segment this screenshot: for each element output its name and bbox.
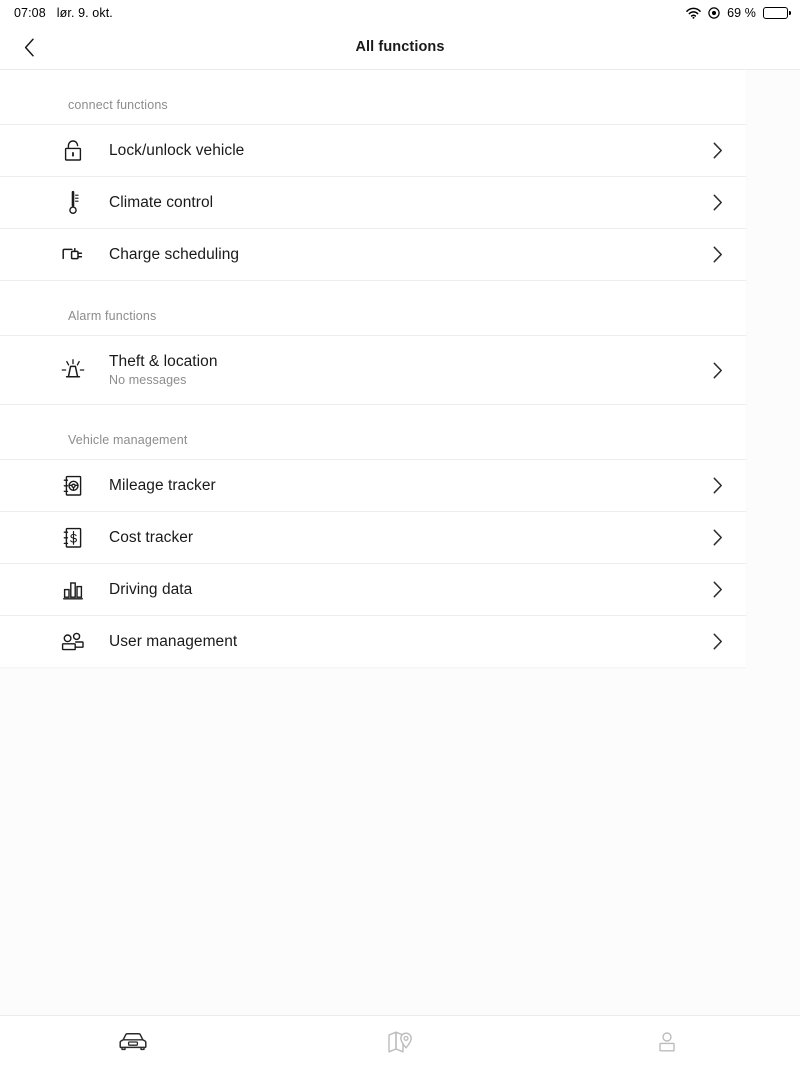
list-item-text: Theft & location No messages — [93, 352, 710, 388]
battery-percent-label: 69 % — [727, 6, 756, 20]
list-item-text: Driving data — [93, 580, 710, 599]
chevron-right-icon — [710, 142, 726, 159]
tab-profile[interactable] — [533, 1016, 800, 1067]
lock-icon — [53, 139, 93, 162]
status-bar-left: 07:08 lør. 9. okt. — [14, 6, 113, 20]
battery-icon — [763, 7, 788, 19]
section-header-connect-functions: connect functions — [0, 70, 746, 124]
list-item-title: Lock/unlock vehicle — [109, 141, 710, 160]
status-bar: 07:08 lør. 9. okt. 69 % — [0, 0, 800, 25]
list-item-theft-location[interactable]: Theft & location No messages — [0, 335, 746, 404]
list-item-title: Climate control — [109, 193, 710, 212]
section-header-vehicle-management: Vehicle management — [0, 405, 746, 459]
list-item-climate-control[interactable]: Climate control — [0, 176, 746, 228]
list-item-title: Driving data — [109, 580, 710, 599]
page-title: All functions — [355, 39, 444, 55]
map-icon — [387, 1030, 413, 1054]
tab-map[interactable] — [267, 1016, 534, 1067]
rotation-lock-icon — [708, 7, 720, 19]
chevron-right-icon — [710, 246, 726, 263]
section-header-alarm-functions: Alarm functions — [0, 281, 746, 335]
status-bar-right: 69 % — [686, 6, 788, 20]
bottom-tab-bar — [0, 1015, 800, 1067]
page-header: All functions — [0, 25, 800, 70]
list-item-driving-data[interactable]: Driving data — [0, 563, 746, 615]
list-item-text: Climate control — [93, 193, 710, 212]
chevron-right-icon — [710, 477, 726, 494]
cost-document-icon: S — [53, 526, 93, 550]
list-item-lock-unlock-vehicle[interactable]: Lock/unlock vehicle — [0, 124, 746, 176]
list-item-title: Theft & location — [109, 352, 710, 371]
list-item-text: Mileage tracker — [93, 476, 710, 495]
users-icon — [53, 632, 93, 652]
list-item-subtitle: No messages — [109, 373, 710, 388]
list-item-mileage-tracker[interactable]: Mileage tracker — [0, 459, 746, 511]
list-item-user-management[interactable]: User management — [0, 615, 746, 667]
list-item-charge-scheduling[interactable]: Charge scheduling — [0, 228, 746, 280]
chevron-right-icon — [710, 362, 726, 379]
chevron-right-icon — [710, 581, 726, 598]
bar-chart-icon — [53, 579, 93, 601]
list-item-title: Charge scheduling — [109, 245, 710, 264]
app-screen: 07:08 lør. 9. okt. 69 % — [0, 0, 800, 1067]
list-item-title: Mileage tracker — [109, 476, 710, 495]
alarm-siren-icon — [53, 357, 93, 383]
list-item-title: User management — [109, 632, 710, 651]
functions-list: connect functions Lock/unlock vehicle — [0, 70, 800, 1015]
chevron-right-icon — [710, 194, 726, 211]
list-item-title: Cost tracker — [109, 528, 710, 547]
list-item-text: User management — [93, 632, 710, 651]
charge-plug-icon — [53, 244, 93, 266]
chevron-right-icon — [710, 633, 726, 650]
tab-vehicle[interactable] — [0, 1016, 267, 1067]
person-icon — [657, 1030, 677, 1054]
wifi-icon — [686, 7, 701, 19]
car-icon — [117, 1031, 149, 1053]
status-time: 07:08 — [14, 6, 46, 20]
thermometer-icon — [53, 190, 93, 215]
back-button[interactable] — [8, 25, 50, 70]
list-item-cost-tracker[interactable]: S Cost tracker — [0, 511, 746, 563]
list-item-text: Lock/unlock vehicle — [93, 141, 710, 160]
mileage-document-icon — [53, 474, 93, 498]
list-item-text: Charge scheduling — [93, 245, 710, 264]
list-item-text: Cost tracker — [93, 528, 710, 547]
chevron-right-icon — [710, 529, 726, 546]
functions-card: connect functions Lock/unlock vehicle — [0, 70, 746, 667]
chevron-left-icon — [24, 38, 35, 57]
status-date: lør. 9. okt. — [57, 6, 113, 20]
